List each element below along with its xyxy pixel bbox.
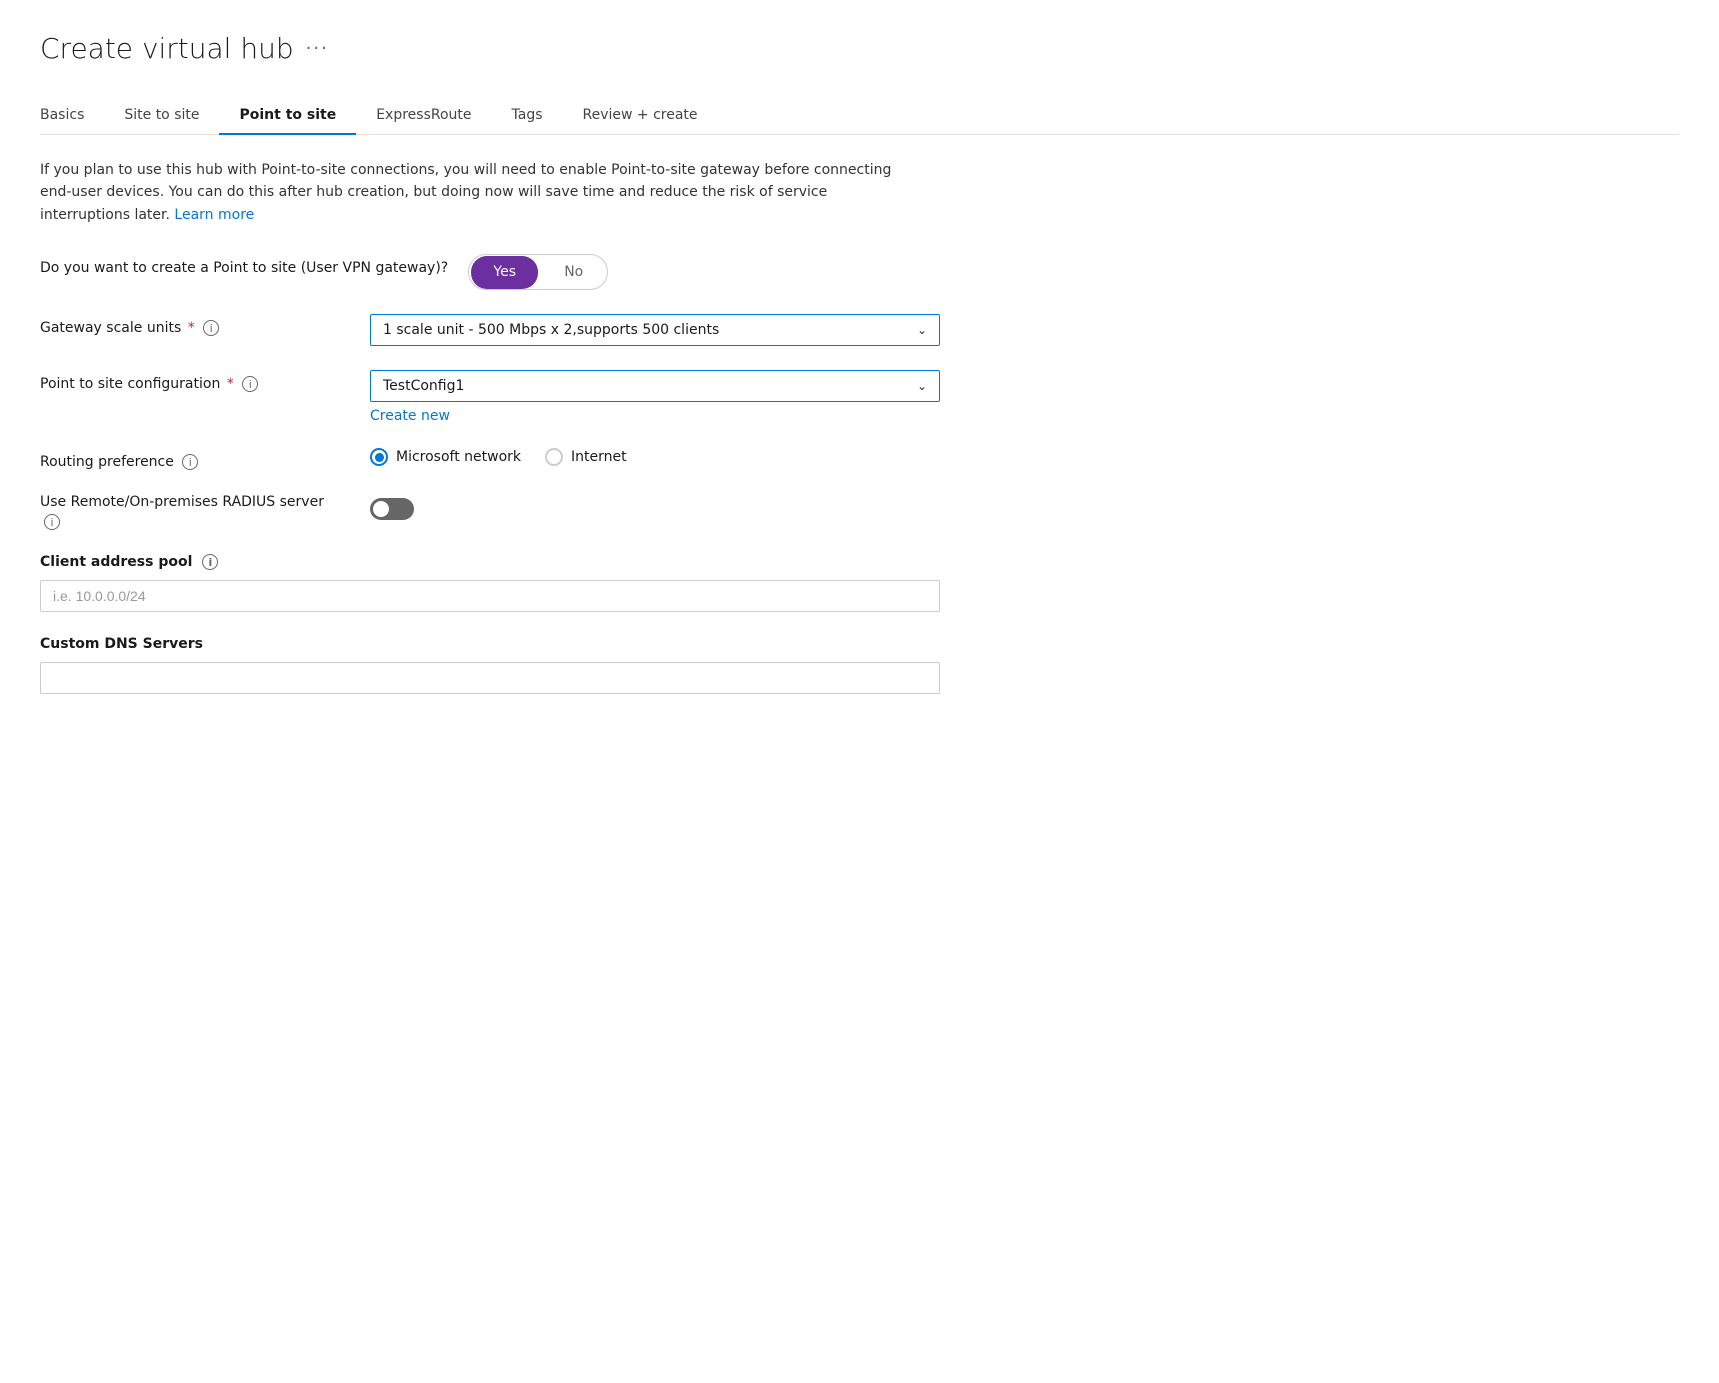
routing-preference-info-icon[interactable]: i	[182, 454, 198, 470]
gateway-scale-units-label: Gateway scale units * i	[40, 314, 350, 336]
learn-more-link[interactable]: Learn more	[174, 207, 254, 223]
gateway-scale-units-control: 1 scale unit - 500 Mbps x 2,supports 500…	[370, 314, 940, 346]
routing-preference-label: Routing preference i	[40, 448, 350, 470]
client-address-pool-input[interactable]	[40, 580, 940, 612]
routing-preference-radio-group: Microsoft network Internet	[370, 448, 940, 466]
create-new-link[interactable]: Create new	[370, 408, 450, 424]
point-to-site-config-value: TestConfig1	[383, 378, 464, 394]
radius-server-control	[370, 494, 940, 524]
point-to-site-config-label: Point to site configuration * i	[40, 370, 350, 392]
routing-preference-control: Microsoft network Internet	[370, 448, 940, 466]
radius-server-thumb	[373, 501, 389, 517]
custom-dns-input[interactable]	[40, 662, 940, 694]
tab-bar: Basics Site to site Point to site Expres…	[40, 97, 1679, 135]
custom-dns-section-label: Custom DNS Servers	[40, 636, 940, 652]
yes-no-toggle[interactable]: Yes No	[468, 254, 608, 290]
tab-review-create[interactable]: Review + create	[563, 97, 718, 135]
point-to-site-config-info-icon[interactable]: i	[242, 376, 258, 392]
form-section: Do you want to create a Point to site (U…	[40, 254, 940, 694]
tab-tags[interactable]: Tags	[492, 97, 563, 135]
point-to-site-config-dropdown[interactable]: TestConfig1 ⌄	[370, 370, 940, 402]
routing-preference-row: Routing preference i Microsoft network I…	[40, 448, 940, 470]
gateway-scale-units-dropdown[interactable]: 1 scale unit - 500 Mbps x 2,supports 500…	[370, 314, 940, 346]
tab-basics[interactable]: Basics	[40, 97, 104, 135]
radius-server-info-icon[interactable]: i	[44, 514, 60, 530]
tab-point-to-site[interactable]: Point to site	[219, 97, 356, 135]
create-point-to-site-toggle-container: Yes No	[468, 254, 940, 290]
radius-server-toggle[interactable]	[370, 498, 414, 520]
radius-server-track	[370, 498, 414, 520]
client-address-pool-section-label: Client address pool i	[40, 554, 940, 570]
client-address-pool-section: Client address pool i	[40, 554, 940, 612]
radio-microsoft-network-circle	[370, 448, 388, 466]
gateway-scale-units-info-icon[interactable]: i	[203, 320, 219, 336]
more-options-icon[interactable]: ···	[306, 38, 329, 59]
required-asterisk-2: *	[227, 376, 234, 392]
toggle-no[interactable]: No	[540, 256, 607, 289]
point-to-site-config-arrow: ⌄	[917, 379, 927, 393]
radio-internet[interactable]: Internet	[545, 448, 627, 466]
gateway-scale-units-value: 1 scale unit - 500 Mbps x 2,supports 500…	[383, 322, 719, 338]
page-header: Create virtual hub ···	[40, 32, 1679, 65]
page-title: Create virtual hub	[40, 32, 294, 65]
create-point-to-site-label: Do you want to create a Point to site (U…	[40, 254, 448, 276]
tab-site-to-site[interactable]: Site to site	[104, 97, 219, 135]
radio-internet-circle	[545, 448, 563, 466]
gateway-scale-units-arrow: ⌄	[917, 323, 927, 337]
radius-server-row: Use Remote/On-premises RADIUS server i	[40, 494, 940, 530]
gateway-scale-units-row: Gateway scale units * i 1 scale unit - 5…	[40, 314, 940, 346]
point-to-site-config-control: TestConfig1 ⌄ Create new	[370, 370, 940, 424]
radio-internet-label: Internet	[571, 449, 627, 465]
tab-expressroute[interactable]: ExpressRoute	[356, 97, 491, 135]
radio-microsoft-network[interactable]: Microsoft network	[370, 448, 521, 466]
custom-dns-section: Custom DNS Servers	[40, 636, 940, 694]
radius-server-label: Use Remote/On-premises RADIUS server i	[40, 494, 350, 530]
required-asterisk: *	[188, 320, 195, 336]
radio-microsoft-network-label: Microsoft network	[396, 449, 521, 465]
create-point-to-site-row: Do you want to create a Point to site (U…	[40, 254, 940, 290]
toggle-yes[interactable]: Yes	[471, 256, 538, 289]
point-to-site-config-row: Point to site configuration * i TestConf…	[40, 370, 940, 424]
description-text: If you plan to use this hub with Point-t…	[40, 159, 900, 226]
client-address-pool-info-icon[interactable]: i	[202, 554, 218, 570]
